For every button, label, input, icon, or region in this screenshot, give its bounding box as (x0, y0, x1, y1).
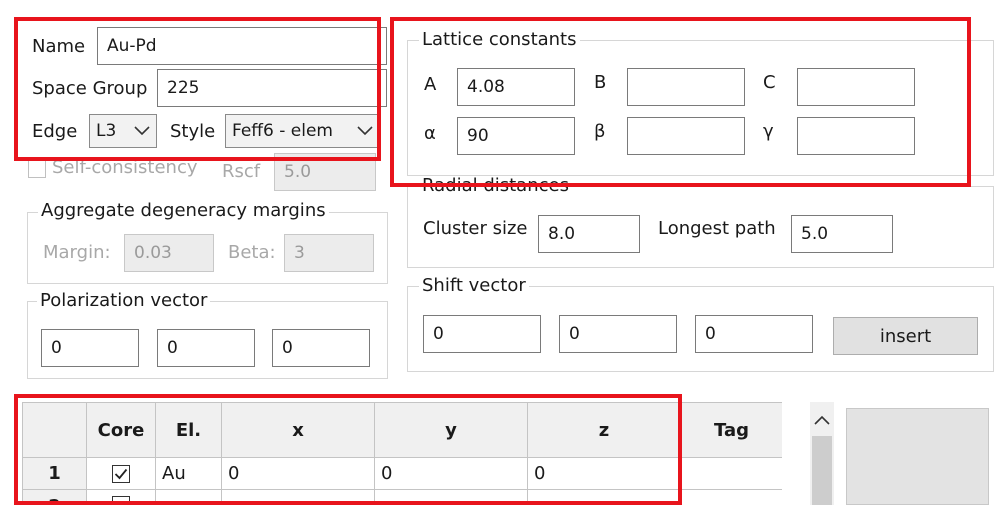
column-header-x[interactable]: x (222, 403, 375, 458)
shift-group-title: Shift vector (419, 277, 529, 295)
style-select[interactable]: Feff6 - elem (225, 114, 380, 148)
column-header-tag[interactable]: Tag (681, 403, 782, 458)
lattice-group (407, 40, 994, 176)
margin-label: Margin: (43, 242, 111, 263)
lattice-group-title: Lattice constants (419, 31, 580, 49)
lattice-c-input[interactable] (797, 68, 915, 106)
margin-input[interactable]: 0.03 (124, 234, 214, 272)
lattice-gamma-label: γ (763, 121, 774, 142)
polarization-z-input[interactable]: 0 (272, 329, 370, 367)
edge-select[interactable]: L3 (89, 114, 157, 148)
beta-input[interactable]: 3 (284, 234, 374, 272)
shift-x-input[interactable]: 0 (423, 315, 541, 353)
radial-group-title: Radial distances (419, 177, 572, 195)
beta-label: Beta: (228, 242, 276, 263)
shift-z-input[interactable]: 0 (695, 315, 813, 353)
table-scrollbar[interactable] (810, 402, 834, 505)
longest-path-input[interactable]: 5.0 (791, 215, 893, 253)
style-label: Style (170, 121, 216, 142)
polarization-y-input[interactable]: 0 (157, 329, 255, 367)
core-cell[interactable] (87, 458, 156, 490)
lattice-c-label: C (763, 72, 776, 93)
checkmark-icon[interactable] (112, 464, 130, 483)
insert-button[interactable]: insert (833, 317, 978, 355)
column-header-core[interactable]: Core (87, 403, 156, 458)
space-group-input[interactable]: 225 (157, 69, 387, 107)
x-cell[interactable] (222, 490, 375, 505)
lattice-b-input[interactable] (627, 68, 745, 106)
column-header-element[interactable]: El. (156, 403, 222, 458)
y-cell[interactable] (375, 490, 528, 505)
chevron-down-icon (134, 121, 150, 141)
name-input[interactable]: Au-Pd (97, 27, 387, 65)
space-group-label: Space Group (32, 78, 148, 99)
tag-cell[interactable] (681, 458, 782, 490)
cluster-size-input[interactable]: 8.0 (538, 215, 640, 253)
edge-select-value: L3 (96, 121, 117, 141)
chevron-up-icon[interactable] (814, 410, 830, 429)
rscf-label: Rscf (222, 161, 261, 182)
corner-header-cell (23, 403, 87, 458)
lattice-a-label: A (424, 74, 437, 95)
lattice-alpha-label: α (424, 123, 436, 144)
lattice-b-label: B (594, 72, 607, 93)
cluster-size-label: Cluster size (423, 218, 528, 239)
x-cell[interactable]: 0 (222, 458, 375, 490)
chevron-down-icon (357, 121, 373, 141)
self-consistency-label: Self-consistency (52, 157, 198, 178)
rscf-input[interactable]: 5.0 (274, 153, 376, 191)
lattice-a-input[interactable]: 4.08 (457, 68, 575, 106)
degeneracy-group-title: Aggregate degeneracy margins (38, 202, 329, 220)
column-header-y[interactable]: y (375, 403, 528, 458)
lattice-alpha-input[interactable]: 90 (457, 117, 575, 155)
lattice-gamma-input[interactable] (797, 117, 915, 155)
side-panel (846, 408, 989, 505)
shift-y-input[interactable]: 0 (559, 315, 677, 353)
z-cell[interactable]: 0 (528, 458, 681, 490)
self-consistency-checkbox[interactable] (28, 160, 46, 178)
column-header-z[interactable]: z (528, 403, 681, 458)
lattice-beta-label: β (594, 121, 606, 142)
row-number[interactable]: 1 (23, 458, 87, 490)
polarization-x-input[interactable]: 0 (41, 329, 139, 367)
name-label: Name (32, 36, 86, 57)
core-cell[interactable] (87, 490, 156, 505)
scrollbar-thumb[interactable] (812, 436, 832, 505)
element-cell[interactable]: Au (156, 458, 222, 490)
tag-cell[interactable] (681, 490, 782, 505)
sites-table: Core El. x y z Tag 1 Au 0 0 0 2 (22, 402, 782, 505)
y-cell[interactable]: 0 (375, 458, 528, 490)
core-checkbox[interactable] (112, 496, 130, 505)
polarization-group-title: Polarization vector (37, 292, 211, 310)
style-select-value: Feff6 - elem (232, 121, 333, 141)
lattice-beta-input[interactable] (627, 117, 745, 155)
row-number[interactable]: 2 (23, 490, 87, 505)
z-cell[interactable] (528, 490, 681, 505)
edge-label: Edge (32, 121, 78, 142)
longest-path-label: Longest path (658, 218, 776, 239)
element-cell[interactable] (156, 490, 222, 505)
